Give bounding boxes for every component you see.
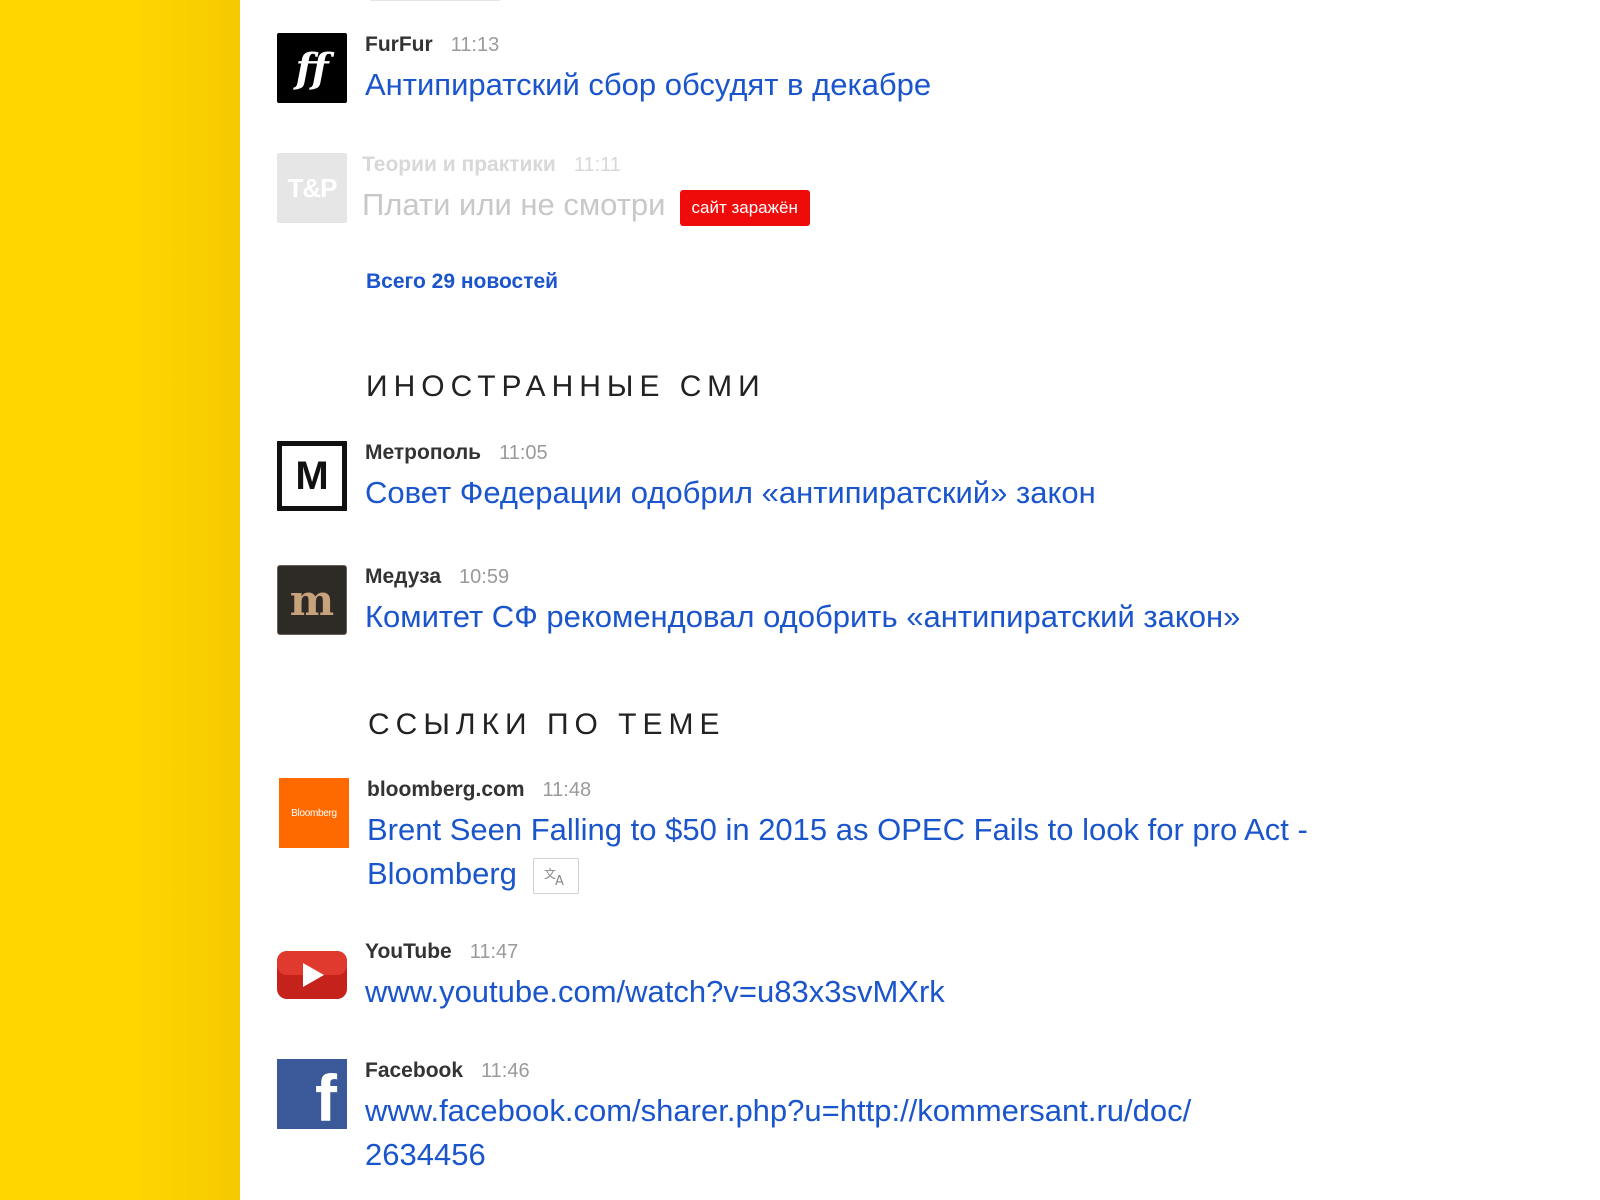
infected-site-badge: сайт заражён [679, 189, 810, 226]
youtube-logo-icon[interactable] [277, 940, 347, 1010]
svg-text:A: A [555, 874, 564, 887]
link-headline-line1[interactable]: www.facebook.com/sharer.php?u=http://kom… [365, 1089, 1385, 1133]
bloomberg-logo-icon[interactable]: Bloomberg [279, 778, 349, 848]
top-divider [370, 0, 500, 1]
news-source[interactable]: Метрополь [365, 441, 481, 464]
section-title-related-links: ССЫЛКИ ПО ТЕМЕ [368, 708, 726, 741]
link-source[interactable]: bloomberg.com [367, 778, 525, 801]
news-source[interactable]: FurFur [365, 33, 433, 56]
news-time: 11:13 [450, 34, 500, 56]
metropol-logo-icon[interactable]: M [277, 441, 347, 511]
news-headline-link[interactable]: Комитет СФ рекомендовал одобрить «антипи… [365, 595, 1385, 639]
translate-icon[interactable]: 文 A [532, 857, 579, 894]
section-title-foreign-media: ИНОСТРАННЫЕ СМИ [366, 370, 766, 403]
news-time: 10:59 [459, 566, 510, 588]
news-source[interactable]: Теории и практики [362, 153, 556, 176]
news-headline-link[interactable]: Совет Федерации одобрил «антипиратский» … [365, 471, 1385, 515]
link-headline-line2[interactable]: 2634456 [365, 1133, 1385, 1177]
facebook-logo-icon[interactable]: f [277, 1059, 347, 1129]
link-time: 11:48 [542, 779, 592, 801]
link-headline-line1[interactable]: Brent Seen Falling to $50 in 2015 as OPE… [367, 808, 1387, 852]
furfur-logo-icon[interactable]: ff [277, 33, 347, 103]
news-headline-link[interactable]: Плати или не смотри [362, 187, 666, 222]
tp-logo-icon[interactable]: T&P [277, 153, 347, 223]
link-headline-line2[interactable]: Bloomberg [367, 856, 517, 891]
link-source[interactable]: Facebook [365, 1059, 463, 1082]
link-time: 11:46 [481, 1060, 530, 1082]
news-time: 11:05 [499, 442, 548, 464]
news-headline-link[interactable]: Антипиратский сбор обсудят в декабре [365, 63, 1385, 107]
link-time: 11:47 [469, 941, 519, 963]
meduza-logo-icon[interactable]: m [277, 565, 347, 635]
news-source[interactable]: Медуза [365, 565, 441, 588]
link-source[interactable]: YouTube [365, 940, 452, 963]
link-headline[interactable]: www.youtube.com/watch?v=u83x3svMXrk [365, 970, 1385, 1014]
all-news-link[interactable]: Всего 29 новостей [366, 270, 558, 294]
left-yellow-sidebar [0, 0, 240, 1200]
news-time: 11:11 [573, 154, 621, 176]
